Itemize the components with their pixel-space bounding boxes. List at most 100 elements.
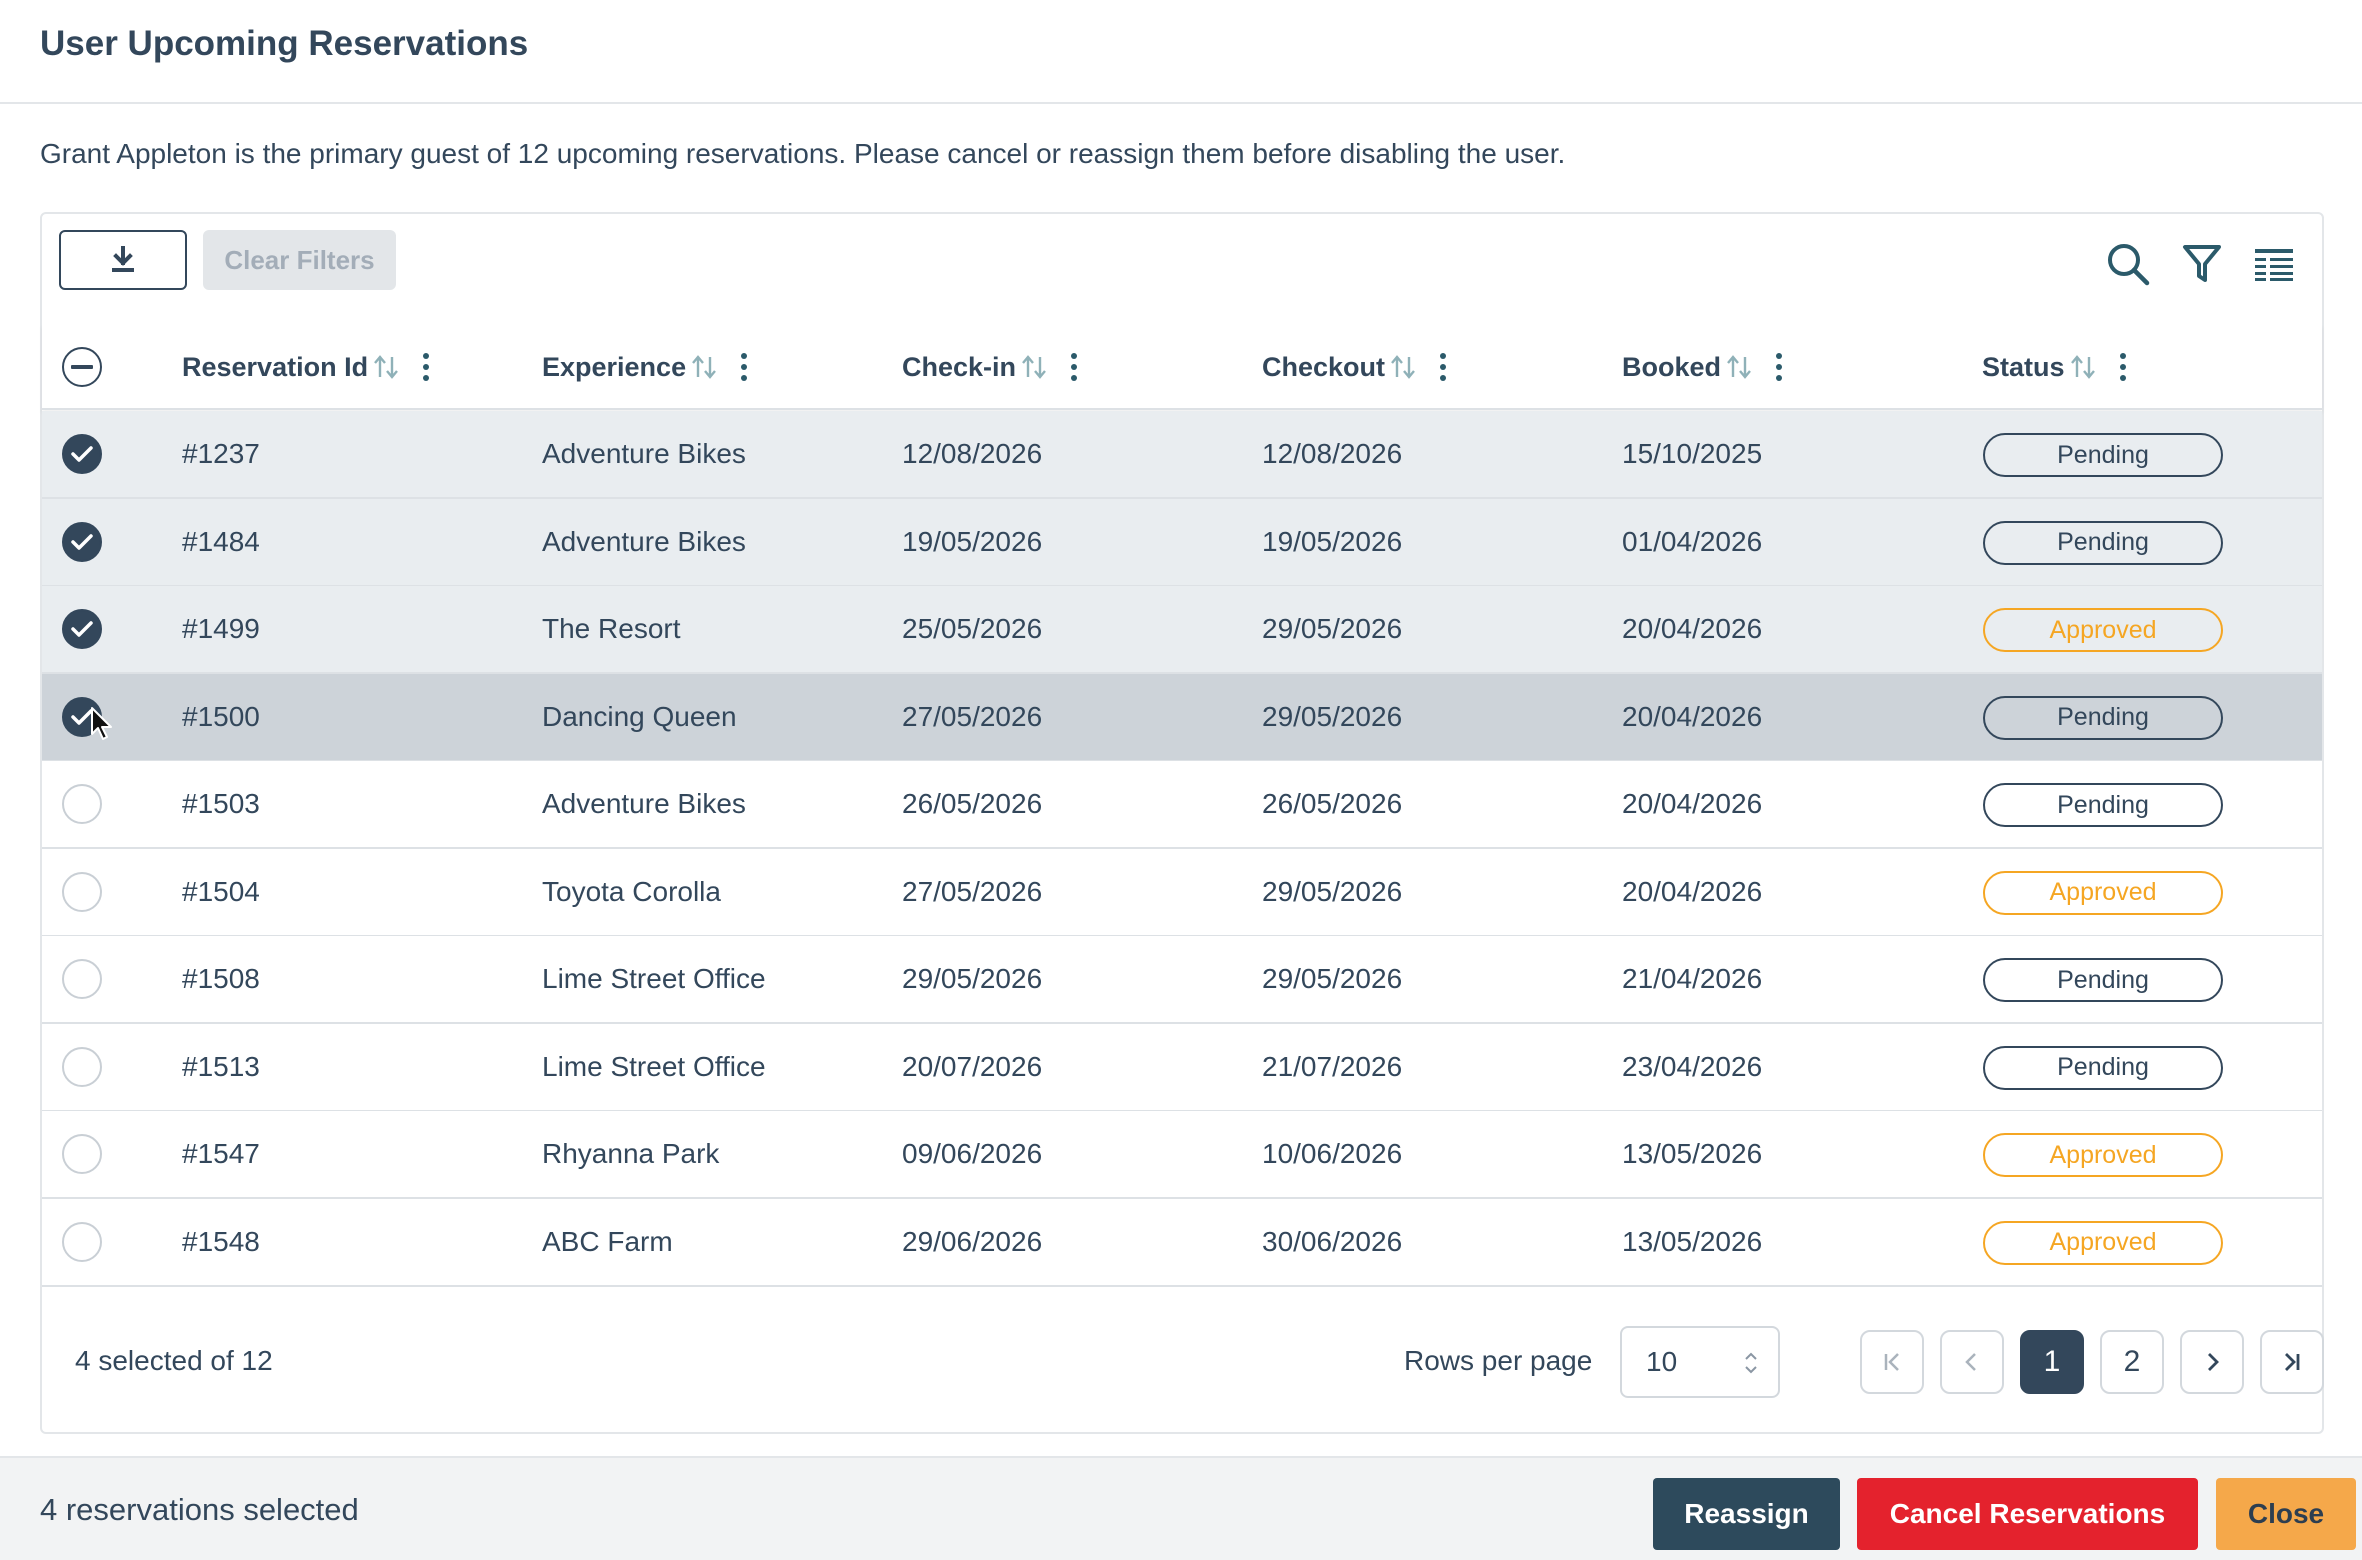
column-menu-icon[interactable] xyxy=(1070,352,1078,382)
table-header: Reservation Id Experience Check-in Check… xyxy=(42,324,2322,410)
row-checkbox[interactable] xyxy=(62,1134,102,1174)
previous-page-button[interactable] xyxy=(1940,1330,2004,1394)
table-row[interactable]: #1237 Adventure Bikes 12/08/2026 12/08/2026… xyxy=(42,411,2322,499)
table-row[interactable]: #1484 Adventure Bikes 19/05/2026 19/05/2026… xyxy=(42,498,2322,587)
rows-per-page-label: Rows per page xyxy=(1404,1345,1593,1376)
column-header-status[interactable]: Status xyxy=(1982,324,2127,410)
booked-cell: 20/04/2026 xyxy=(1622,613,1763,644)
column-header-reservation-id[interactable]: Reservation Id xyxy=(182,324,430,410)
row-checkbox[interactable] xyxy=(62,521,102,562)
booked-cell: 20/04/2026 xyxy=(1622,788,1763,819)
column-header-checkout[interactable]: Checkout xyxy=(1262,324,1447,410)
sort-icon[interactable] xyxy=(1020,354,1048,380)
column-header-booked[interactable]: Booked xyxy=(1622,324,1783,410)
booked-cell: 15/10/2025 xyxy=(1622,438,1763,469)
select-all-checkbox[interactable] xyxy=(62,347,102,387)
reservation-id-cell: #1547 xyxy=(182,1138,260,1169)
chevron-left-icon xyxy=(1965,1353,1976,1371)
status-badge: Approved xyxy=(1983,608,2223,652)
check-in-cell: 09/06/2026 xyxy=(902,1138,1043,1169)
sort-icon[interactable] xyxy=(372,354,400,380)
checkmark-icon xyxy=(71,533,93,550)
column-label: Check-in xyxy=(902,351,1017,382)
column-menu-icon[interactable] xyxy=(740,352,748,382)
download-button[interactable] xyxy=(59,230,187,290)
checkout-cell: 26/05/2026 xyxy=(1262,788,1403,819)
row-checkbox[interactable] xyxy=(62,959,102,999)
check-in-cell: 12/08/2026 xyxy=(902,438,1043,469)
status-badge: Pending xyxy=(1983,695,2223,740)
check-in-cell: 26/05/2026 xyxy=(902,788,1043,819)
table-footer: 4 selected of 12 Rows per page 10 1 2 xyxy=(42,1288,2324,1434)
row-checkbox[interactable] xyxy=(62,434,102,474)
column-label: Checkout xyxy=(1262,351,1386,382)
checkout-cell: 30/06/2026 xyxy=(1262,1225,1403,1257)
status-badge: Approved xyxy=(1983,1220,2223,1265)
page-button-2[interactable]: 2 xyxy=(2100,1330,2164,1394)
checkout-cell: 29/05/2026 xyxy=(1262,963,1403,994)
row-checkbox[interactable] xyxy=(62,609,102,649)
experience-cell: ABC Farm xyxy=(542,1225,673,1257)
reservation-id-cell: #1503 xyxy=(182,788,260,819)
column-header-check-in[interactable]: Check-in xyxy=(902,324,1078,410)
column-menu-icon[interactable] xyxy=(1439,352,1447,382)
table-row[interactable]: #1500 Dancing Queen 27/05/2026 29/05/2026 20… xyxy=(42,673,2322,762)
table-row[interactable]: #1503 Adventure Bikes 26/05/2026 26/05/2026… xyxy=(42,761,2322,849)
booked-cell: 13/05/2026 xyxy=(1622,1138,1763,1169)
sort-icon[interactable] xyxy=(1725,354,1753,380)
row-checkbox[interactable] xyxy=(62,1046,102,1087)
minus-icon xyxy=(71,365,93,369)
column-label: Reservation Id xyxy=(182,351,369,382)
rows-per-page-value: 10 xyxy=(1646,1346,1678,1377)
next-page-button[interactable] xyxy=(2180,1330,2244,1394)
column-label: Status xyxy=(1982,351,2065,382)
table-row[interactable]: #1548 ABC Farm 29/06/2026 30/06/2026 13/05/2… xyxy=(42,1198,2322,1287)
reservation-id-cell: #1237 xyxy=(182,438,260,469)
sort-icon[interactable] xyxy=(690,354,718,380)
column-menu-icon[interactable] xyxy=(2119,352,2127,382)
table-row[interactable]: #1547 Rhyanna Park 09/06/2026 10/06/2026 13/… xyxy=(42,1111,2322,1199)
booked-cell: 20/04/2026 xyxy=(1622,875,1763,907)
row-checkbox[interactable] xyxy=(62,784,102,824)
row-checkbox[interactable] xyxy=(62,1221,102,1262)
close-button[interactable]: Close xyxy=(2216,1478,2356,1550)
column-header-experience[interactable]: Experience xyxy=(542,324,748,410)
sort-icon[interactable] xyxy=(2069,354,2097,380)
checkout-cell: 29/05/2026 xyxy=(1262,700,1403,732)
experience-cell: Adventure Bikes xyxy=(542,438,746,469)
experience-cell: Lime Street Office xyxy=(542,1050,766,1082)
check-in-cell: 29/05/2026 xyxy=(902,963,1043,994)
reassign-button[interactable]: Reassign xyxy=(1653,1478,1840,1550)
column-menu-icon[interactable] xyxy=(1775,352,1783,382)
first-page-button[interactable] xyxy=(1860,1330,1924,1394)
first-page-icon xyxy=(1884,1353,1899,1371)
status-badge: Pending xyxy=(1983,433,2223,477)
column-label: Experience xyxy=(542,351,687,382)
checkout-cell: 10/06/2026 xyxy=(1262,1138,1403,1169)
cancel-reservations-button[interactable]: Cancel Reservations xyxy=(1857,1478,2198,1550)
filter-icon[interactable] xyxy=(2178,240,2226,288)
table-row[interactable]: #1504 Toyota Corolla 27/05/2026 29/05/2026 2… xyxy=(42,848,2322,937)
experience-cell: Toyota Corolla xyxy=(542,875,721,907)
table-row[interactable]: #1513 Lime Street Office 20/07/2026 21/07/2… xyxy=(42,1023,2322,1112)
status-badge: Pending xyxy=(1983,958,2223,1002)
table-row[interactable]: #1508 Lime Street Office 29/05/2026 29/05/2… xyxy=(42,936,2322,1024)
column-menu-icon[interactable] xyxy=(422,352,430,382)
page-button-1[interactable]: 1 xyxy=(2020,1330,2084,1394)
reservation-id-cell: #1500 xyxy=(182,700,260,732)
columns-icon[interactable] xyxy=(2250,240,2298,288)
sort-icon[interactable] xyxy=(1389,354,1417,380)
search-icon[interactable] xyxy=(2104,240,2152,288)
experience-cell: Lime Street Office xyxy=(542,963,766,994)
mouse-cursor-icon xyxy=(91,707,112,740)
experience-cell: Dancing Queen xyxy=(542,700,737,732)
booked-cell: 01/04/2026 xyxy=(1622,525,1763,557)
status-badge: Pending xyxy=(1983,783,2223,827)
check-in-cell: 19/05/2026 xyxy=(902,525,1043,557)
clear-filters-button[interactable]: Clear Filters xyxy=(203,230,396,290)
checkmark-icon xyxy=(71,446,93,462)
table-row[interactable]: #1499 The Resort 25/05/2026 29/05/2026 20/04… xyxy=(42,586,2322,674)
row-checkbox[interactable] xyxy=(62,871,102,912)
rows-per-page-select[interactable]: 10 xyxy=(1620,1326,1780,1398)
last-page-button[interactable] xyxy=(2260,1330,2324,1394)
